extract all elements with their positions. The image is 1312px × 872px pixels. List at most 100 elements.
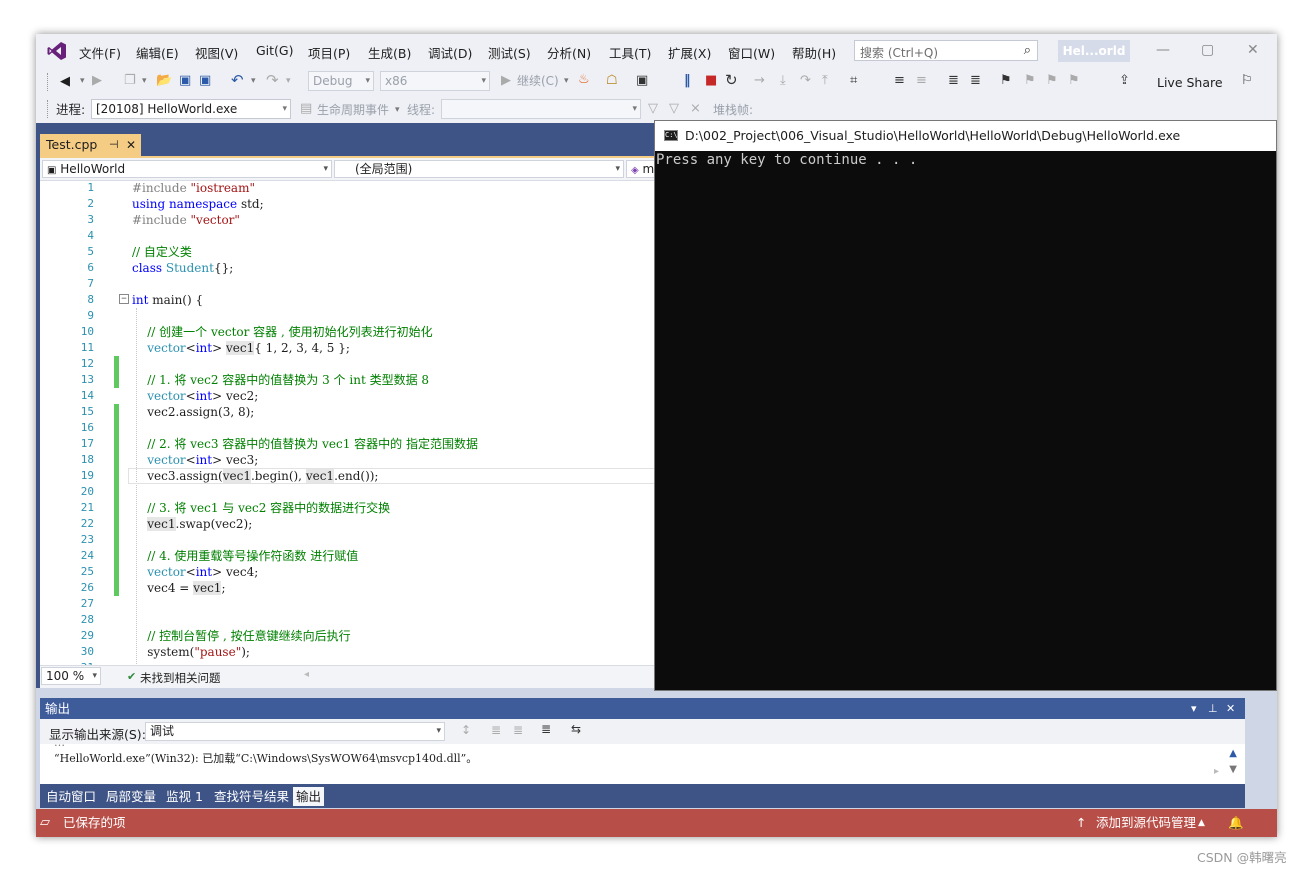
continue-button[interactable]: 继续(C) (517, 73, 559, 89)
pause-icon[interactable]: ‖ (684, 73, 691, 89)
code-line[interactable]: 8 − int main() { (40, 292, 652, 308)
stop-icon[interactable]: ■ (705, 73, 717, 89)
undo-dropdown-icon[interactable]: ▾ (251, 73, 256, 89)
code-line[interactable]: 9 (40, 308, 652, 324)
menu-build[interactable]: 生成(B) (368, 43, 411, 62)
prev-message-icon[interactable]: ≣ (491, 723, 501, 737)
hot-reload-icon[interactable]: ♨ (578, 72, 590, 88)
scroll-down-icon[interactable]: ▼ (1229, 764, 1237, 775)
bookmark-icon[interactable]: ⚑ (1000, 73, 1012, 89)
menu-help[interactable]: 帮助(H) (792, 43, 836, 62)
save-icon[interactable]: ▣ (179, 73, 191, 89)
code-line[interactable]: 27 (40, 596, 652, 612)
member-select[interactable]: ◈ m (626, 160, 656, 178)
tab-watch-1[interactable]: 监视 1 (166, 787, 203, 806)
outdent-icon[interactable]: ≣ (970, 73, 981, 89)
close-tab-icon[interactable]: ✕ (126, 134, 136, 156)
redo-icon[interactable]: ↷ (266, 72, 279, 88)
uncomment-icon[interactable]: ≡ (916, 73, 927, 89)
filter-icon[interactable]: ▽ (648, 101, 658, 117)
back-dropdown-icon[interactable]: ▾ (80, 73, 85, 89)
lifecycle-events-button[interactable]: 生命周期事件 (317, 102, 389, 118)
menu-tools[interactable]: 工具(T) (609, 43, 651, 62)
save-all-icon[interactable]: ▣ (199, 73, 211, 89)
code-line[interactable]: 21 // 3. 将 vec1 与 vec2 容器中的数据进行交换 (40, 500, 652, 516)
step-over-icon[interactable]: ↷ (800, 73, 811, 89)
find-folder-icon[interactable]: ☖ (606, 73, 618, 89)
platform-select[interactable]: x86 ▾ (380, 71, 490, 91)
configuration-select[interactable]: Debug ▾ (308, 71, 374, 91)
prev-bookmark-icon[interactable]: ⚑ (1024, 73, 1036, 89)
console-title-bar[interactable]: C:\ D:\002_Project\006_Visual_Studio\Hel… (655, 121, 1276, 151)
menu-debug[interactable]: 调试(D) (428, 43, 472, 62)
scroll-right-icon[interactable]: ▸ (1214, 766, 1219, 777)
menu-git[interactable]: Git(G) (256, 43, 294, 58)
next-bookmark-icon[interactable]: ⚑ (1046, 73, 1058, 89)
code-line[interactable]: 16 (40, 420, 652, 436)
close-window-icon[interactable]: ✕ (1247, 42, 1259, 58)
search-box[interactable]: 搜索 (Ctrl+Q) ⌕ (854, 40, 1038, 61)
code-line[interactable]: 20 (40, 484, 652, 500)
code-line[interactable]: 14 vector<int> vec2; (40, 388, 652, 404)
console-window[interactable]: C:\ D:\002_Project\006_Visual_Studio\Hel… (654, 120, 1277, 691)
new-project-icon[interactable]: ❐ (124, 73, 136, 89)
lifecycle-icon[interactable]: ▤ (300, 101, 312, 117)
maximize-icon[interactable]: ▢ (1201, 42, 1214, 58)
code-line[interactable]: 4 (40, 228, 652, 244)
comment-icon[interactable]: ≡ (894, 73, 905, 89)
code-line[interactable]: 5 // 自定义类 (40, 244, 652, 260)
live-share-icon[interactable]: ⇪ (1119, 73, 1130, 89)
code-line[interactable]: 28 (40, 612, 652, 628)
word-wrap-icon[interactable]: ⇆ (571, 722, 581, 736)
find-message-icon[interactable]: ↕ (461, 723, 471, 737)
toolbar-grip[interactable] (47, 100, 51, 118)
code-line[interactable]: 18 vector<int> vec3; (40, 452, 652, 468)
chevron-up-icon[interactable]: ▲ (1198, 809, 1205, 837)
issues-status[interactable]: 未找到相关问题 (140, 670, 221, 686)
code-line[interactable]: 17 // 2. 将 vec3 容器中的值替换为 vec1 容器中的 指定范围数… (40, 436, 652, 452)
menu-file[interactable]: 文件(F) (79, 43, 121, 62)
project-select[interactable]: ▣ HelloWorld ▾ (42, 160, 332, 178)
output-text-area[interactable]: … “HelloWorld.exe”(Win32): 已加载“C:\Window… (40, 744, 1245, 784)
menu-extensions[interactable]: 扩展(X) (668, 43, 711, 62)
tab-output[interactable]: 输出 (293, 787, 325, 806)
thread-select[interactable]: ▾ (441, 99, 641, 119)
feedback-icon[interactable]: ⚐ (1241, 73, 1253, 89)
show-external-code-icon[interactable]: ⨯ (690, 101, 701, 117)
process-select[interactable]: [20108] HelloWorld.exe ▾ (91, 99, 291, 119)
new-dropdown-icon[interactable]: ▾ (142, 73, 147, 89)
flag-threads-icon[interactable]: ▽ (669, 101, 679, 117)
add-to-source-control-button[interactable]: 添加到源代码管理 (1096, 809, 1196, 837)
output-pin-icon[interactable]: ⊥ (1208, 698, 1218, 719)
code-line[interactable]: 23 (40, 532, 652, 548)
code-line[interactable]: 22 vec1.swap(vec2); (40, 516, 652, 532)
minimize-icon[interactable]: — (1156, 42, 1170, 58)
code-line[interactable]: 24 // 4. 使用重载等号操作符函数 进行赋值 (40, 548, 652, 564)
next-message-icon[interactable]: ≣ (513, 723, 523, 737)
code-line[interactable]: 1 #include "iostream" (40, 180, 652, 196)
tab-autos[interactable]: 自动窗口 (46, 787, 96, 806)
tab-find-symbol-results[interactable]: 查找符号结果 (214, 787, 289, 806)
output-source-select[interactable]: 调试 ▾ (145, 722, 445, 741)
continue-dropdown-icon[interactable]: ▾ (564, 73, 569, 89)
code-line[interactable]: 13 // 1. 将 vec2 容器中的值替换为 3 个 int 类型数据 8 (40, 372, 652, 388)
toolbar-grip[interactable] (47, 73, 51, 91)
code-line[interactable]: 25 vector<int> vec4; (40, 564, 652, 580)
live-share-button[interactable]: Live Share (1157, 75, 1223, 90)
restart-icon[interactable]: ↻ (725, 72, 738, 88)
code-line[interactable]: 11 vector<int> vec1{ 1, 2, 3, 4, 5 }; (40, 340, 652, 356)
clear-all-icon[interactable]: ≣ (541, 722, 551, 736)
scroll-left-icon[interactable]: ◂ (304, 669, 309, 680)
pin-icon[interactable]: ⊣ (109, 134, 119, 156)
code-area[interactable]: 1 #include "iostream" 2 using namespace std… (40, 180, 656, 676)
scroll-up-icon[interactable]: ▲ (1229, 748, 1237, 759)
clear-bookmarks-icon[interactable]: ⚑ (1068, 73, 1080, 89)
menu-view[interactable]: 视图(V) (195, 43, 238, 62)
code-line[interactable]: 29 // 控制台暂停 , 按任意键继续向后执行 (40, 628, 652, 644)
output-close-icon[interactable]: ✕ (1226, 698, 1235, 719)
show-next-statement-icon[interactable]: → (754, 73, 765, 89)
collapse-icon[interactable]: − (119, 294, 129, 304)
menu-test[interactable]: 测试(S) (488, 43, 531, 62)
zoom-select[interactable]: 100 % ▾ (41, 667, 101, 685)
code-line[interactable]: 30 system("pause"); (40, 644, 652, 660)
